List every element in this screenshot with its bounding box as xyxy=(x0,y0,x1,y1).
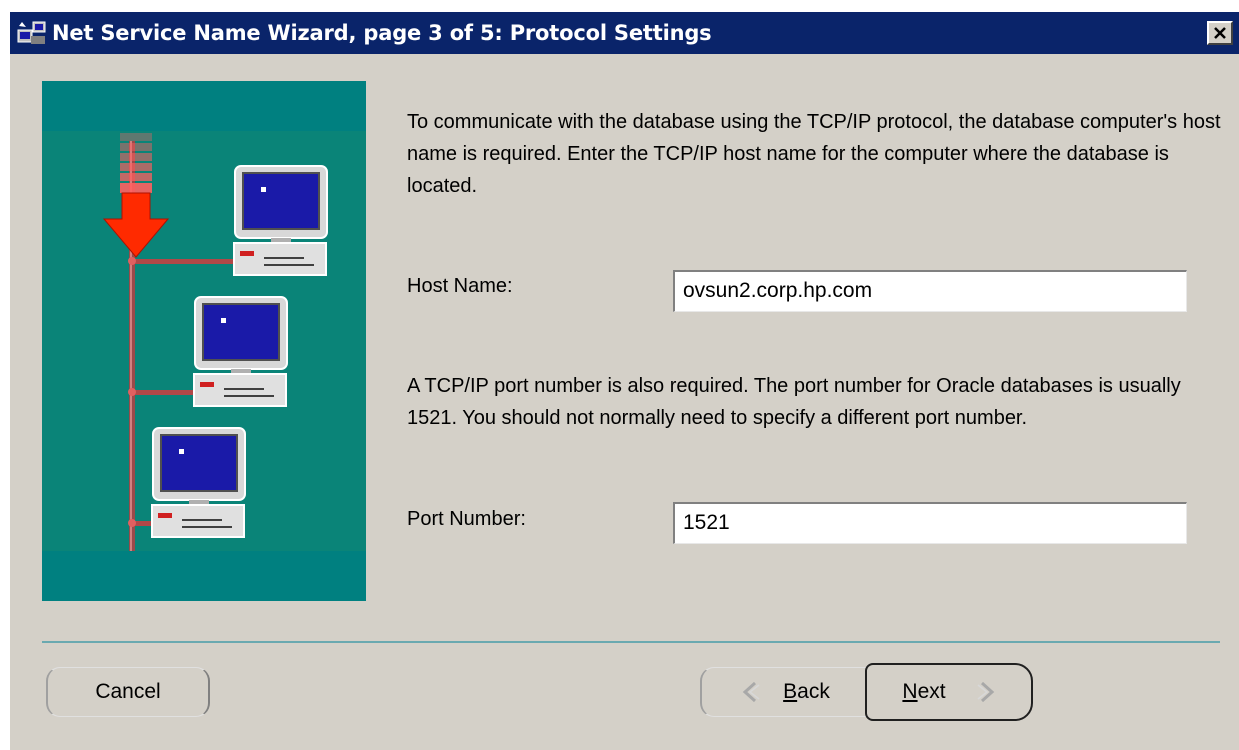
wizard-window: Net Service Name Wizard, page 3 of 5: Pr… xyxy=(8,10,1239,750)
back-label: Back xyxy=(783,680,830,703)
back-button[interactable]: Back xyxy=(700,667,870,717)
computer-icon xyxy=(233,165,328,276)
close-icon xyxy=(1214,27,1226,39)
port-number-field[interactable]: 1521 xyxy=(673,502,1187,544)
close-button[interactable] xyxy=(1207,21,1233,45)
window-title: Net Service Name Wizard, page 3 of 5: Pr… xyxy=(52,21,712,45)
port-info-text: A TCP/IP port number is also required. T… xyxy=(407,375,1181,429)
cancel-button[interactable]: Cancel xyxy=(46,667,210,717)
title-bar[interactable]: Net Service Name Wizard, page 3 of 5: Pr… xyxy=(10,12,1239,54)
chevron-right-icon xyxy=(977,681,994,703)
wizard-app-icon xyxy=(17,21,46,44)
network-computers-illustration xyxy=(42,81,366,601)
divider xyxy=(42,641,1220,643)
computer-icon xyxy=(151,427,246,538)
intro-text: To communicate with the database using t… xyxy=(407,111,1221,197)
host-name-label: Host Name: xyxy=(407,275,513,297)
computer-icon xyxy=(193,296,288,407)
next-label: Next xyxy=(902,680,946,703)
chevron-left-icon xyxy=(742,681,760,703)
port-number-label: Port Number: xyxy=(407,508,526,530)
next-button[interactable]: Next xyxy=(865,663,1033,721)
host-name-field[interactable]: ovsun2.corp.hp.com xyxy=(673,270,1187,312)
cancel-label: Cancel xyxy=(95,680,161,703)
